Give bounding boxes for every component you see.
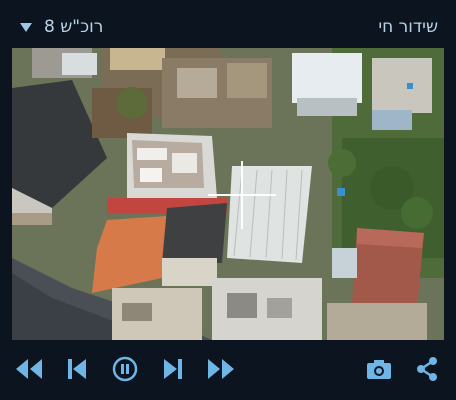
action-controls: [362, 352, 444, 386]
previous-icon[interactable]: [60, 352, 94, 386]
camera-label: רוכ"ש 8: [44, 17, 104, 37]
crosshair-vertical: [241, 161, 243, 229]
rewind-icon[interactable]: [12, 352, 46, 386]
pause-icon[interactable]: [108, 352, 142, 386]
camera-icon[interactable]: [362, 352, 396, 386]
video-feed[interactable]: [12, 48, 444, 340]
fast-forward-icon[interactable]: [204, 352, 238, 386]
next-icon[interactable]: [156, 352, 190, 386]
chevron-down-icon: [20, 22, 32, 32]
playback-controls: [12, 346, 444, 392]
share-icon[interactable]: [410, 352, 444, 386]
player-header: רוכ"ש 8 שידור חי: [12, 10, 444, 44]
transport-controls: [12, 352, 238, 386]
live-player: רוכ"ש 8 שידור חי: [0, 0, 456, 400]
live-title: שידור חי: [378, 17, 438, 37]
camera-selector[interactable]: רוכ"ש 8: [12, 17, 103, 37]
